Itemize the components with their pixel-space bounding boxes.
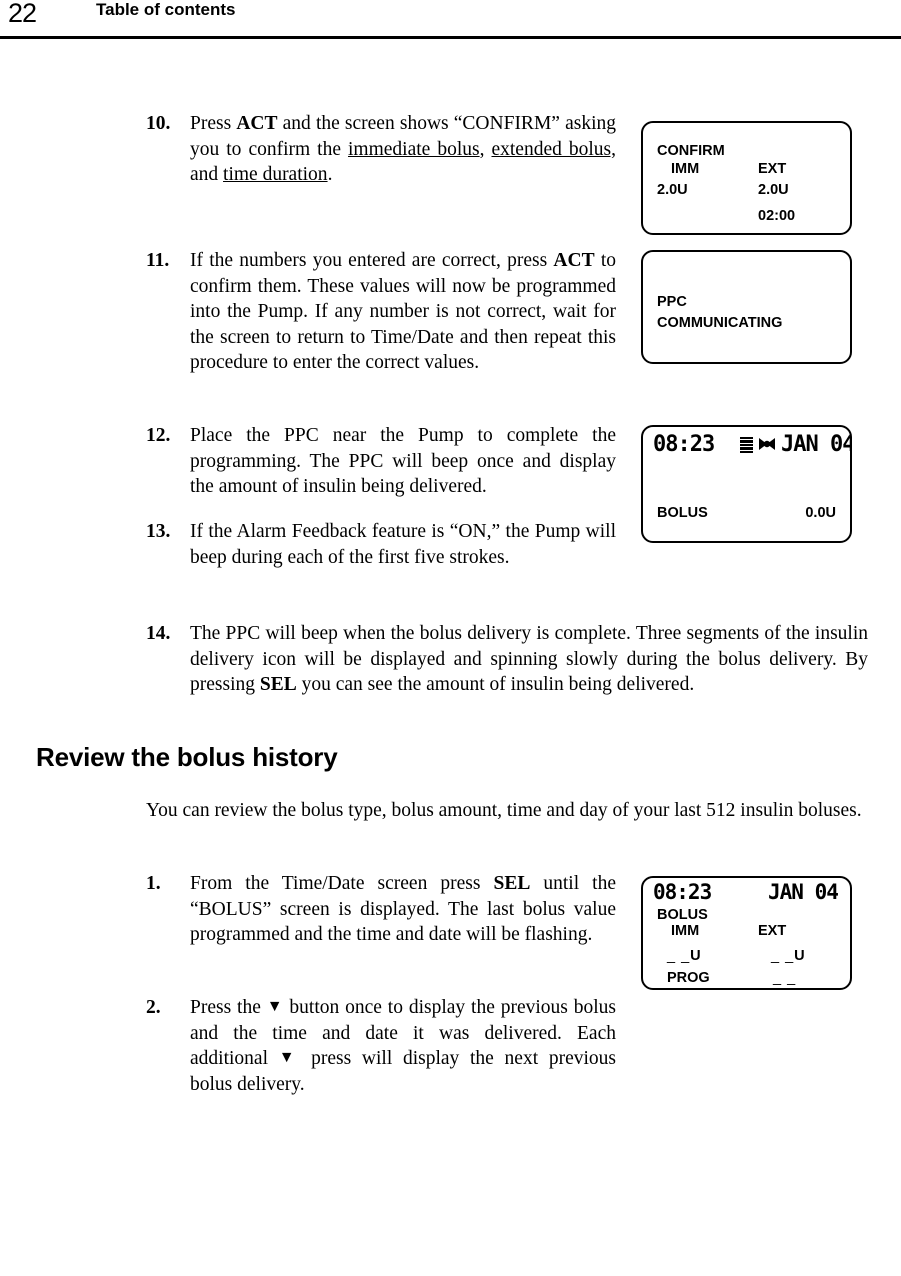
lcd-screen-bolus-status: 08:23 JAN 04 BOLUS 0.0U [641,425,852,543]
list-item-number: 1. [146,873,161,894]
emphasis-bold: ACT [236,113,278,134]
lcd-history-value-ext-blank: _ _ [771,948,795,964]
emphasis-bold: SEL [493,873,531,894]
lcd-confirm-title: CONFIRM [657,143,725,159]
list-item-13: 13. If the Alarm Feedback feature is “ON… [146,519,616,570]
lcd-history-label-prog: PROG [667,970,710,986]
lcd-confirm-value-imm: 2.0U [657,182,688,198]
down-arrow-icon: ▼ [266,998,284,1015]
text-run: From the Time/Date screen press [190,873,494,894]
list-item-number: 2. [146,997,161,1018]
emphasis-underline: extended bolus, [491,138,617,160]
lcd-screen-confirm: CONFIRM IMM EXT 2.0U 2.0U 02:00 [641,121,852,235]
list-item-text: Place the PPC near the Pump to complete … [190,423,616,500]
text-run: Press [190,113,237,134]
list-item-12: 12. Place the PPC near the Pump to compl… [146,423,616,500]
list-item-10: 10. Press ACT and the screen shows “CONF… [146,111,616,188]
header-title: Table of contents [96,0,236,19]
battery-bars-icon [740,437,753,453]
lcd-confirm-duration: 02:00 [758,208,796,224]
lcd-history-label-ext: EXT [758,923,787,939]
text-run: Press the [190,997,267,1018]
emphasis-bold: ACT [553,250,595,271]
emphasis-underline: immediate bolus [348,138,480,160]
list-item-number: 14. [146,623,171,644]
page-header: 22 Table of contents [0,0,901,40]
list-item-14: 14. The PPC will beep when the bolus del… [146,621,868,698]
lcd-screen-communicating: PPC COMMUNICATING [641,250,852,364]
emphasis-bold: SEL [259,674,297,695]
lcd-confirm-value-ext: 2.0U [758,182,789,198]
lcd-history-label-imm: IMM [671,923,700,939]
lcd-screen-bolus-history: 08:23 JAN 04 BOLUS IMM EXT _ _U _ _U PRO… [641,876,852,990]
lcd-history-value-prog: _ _ [773,970,797,986]
lcd-status-time: 08:23 [653,432,715,457]
lcd-history-value-imm-blank: _ _ [667,948,691,964]
list-item-text: If the numbers you entered are correct, … [190,248,616,376]
lcd-communicating-line1: PPC [657,294,687,310]
list-item-text: If the Alarm Feedback feature is “ON,” t… [190,519,616,570]
list-item-2: 2. Press the ▼ button once to display th… [146,995,616,1097]
text-run: , [479,138,492,160]
list-item-text: From the Time/Date screen press SEL unti… [190,871,616,948]
lcd-status-amount: 0.0U [805,505,836,521]
text-run: and [190,164,224,185]
list-item-number: 10. [146,113,171,134]
header-rule [0,36,901,39]
text-run: you can see the amount of insulin being … [296,674,695,695]
list-item-text: Press the ▼ button once to display the p… [190,995,616,1097]
lcd-history-value-imm-unit: U [690,948,701,964]
list-item-text: Press ACT and the screen shows “CONFIRM”… [190,111,616,188]
list-item-text: The PPC will beep when the bolus deliver… [190,621,868,698]
lcd-history-time: 08:23 [653,880,712,904]
list-item-1: 1. From the Time/Date screen press SEL u… [146,871,616,948]
lcd-history-value-ext: _ _U [771,948,805,964]
lcd-history-title: BOLUS [657,907,708,923]
lcd-history-date: JAN 04 [768,880,839,904]
lcd-status-label: BOLUS [657,505,708,521]
list-item-number: 13. [146,521,171,542]
text-run: If the Alarm Feedback feature is “ON,” t… [190,521,616,568]
text-run: . [327,164,333,185]
lcd-status-date: JAN 04 [781,432,852,457]
lcd-confirm-label-ext: EXT [758,161,787,177]
lcd-history-value-imm: _ _U [667,948,701,964]
text-run: If the numbers you entered are correct, … [190,250,554,271]
emphasis-underline: time duration [223,164,328,185]
down-arrow-icon: ▼ [278,1049,301,1066]
list-item-11: 11. If the numbers you entered are corre… [146,248,616,376]
lcd-confirm-label-imm: IMM [671,161,700,177]
list-item-number: 11. [146,250,170,271]
lcd-history-value-ext-unit: U [794,948,805,964]
insulin-delivery-spin-icon [758,436,776,452]
lcd-communicating-line2: COMMUNICATING [657,315,783,331]
section-intro-paragraph: You can review the bolus type, bolus amo… [146,800,862,821]
page-number: 22 [8,0,37,28]
section-heading: Review the bolus history [36,742,338,772]
list-item-number: 12. [146,425,171,446]
text-run: Place the PPC near the Pump to complete … [190,425,616,497]
